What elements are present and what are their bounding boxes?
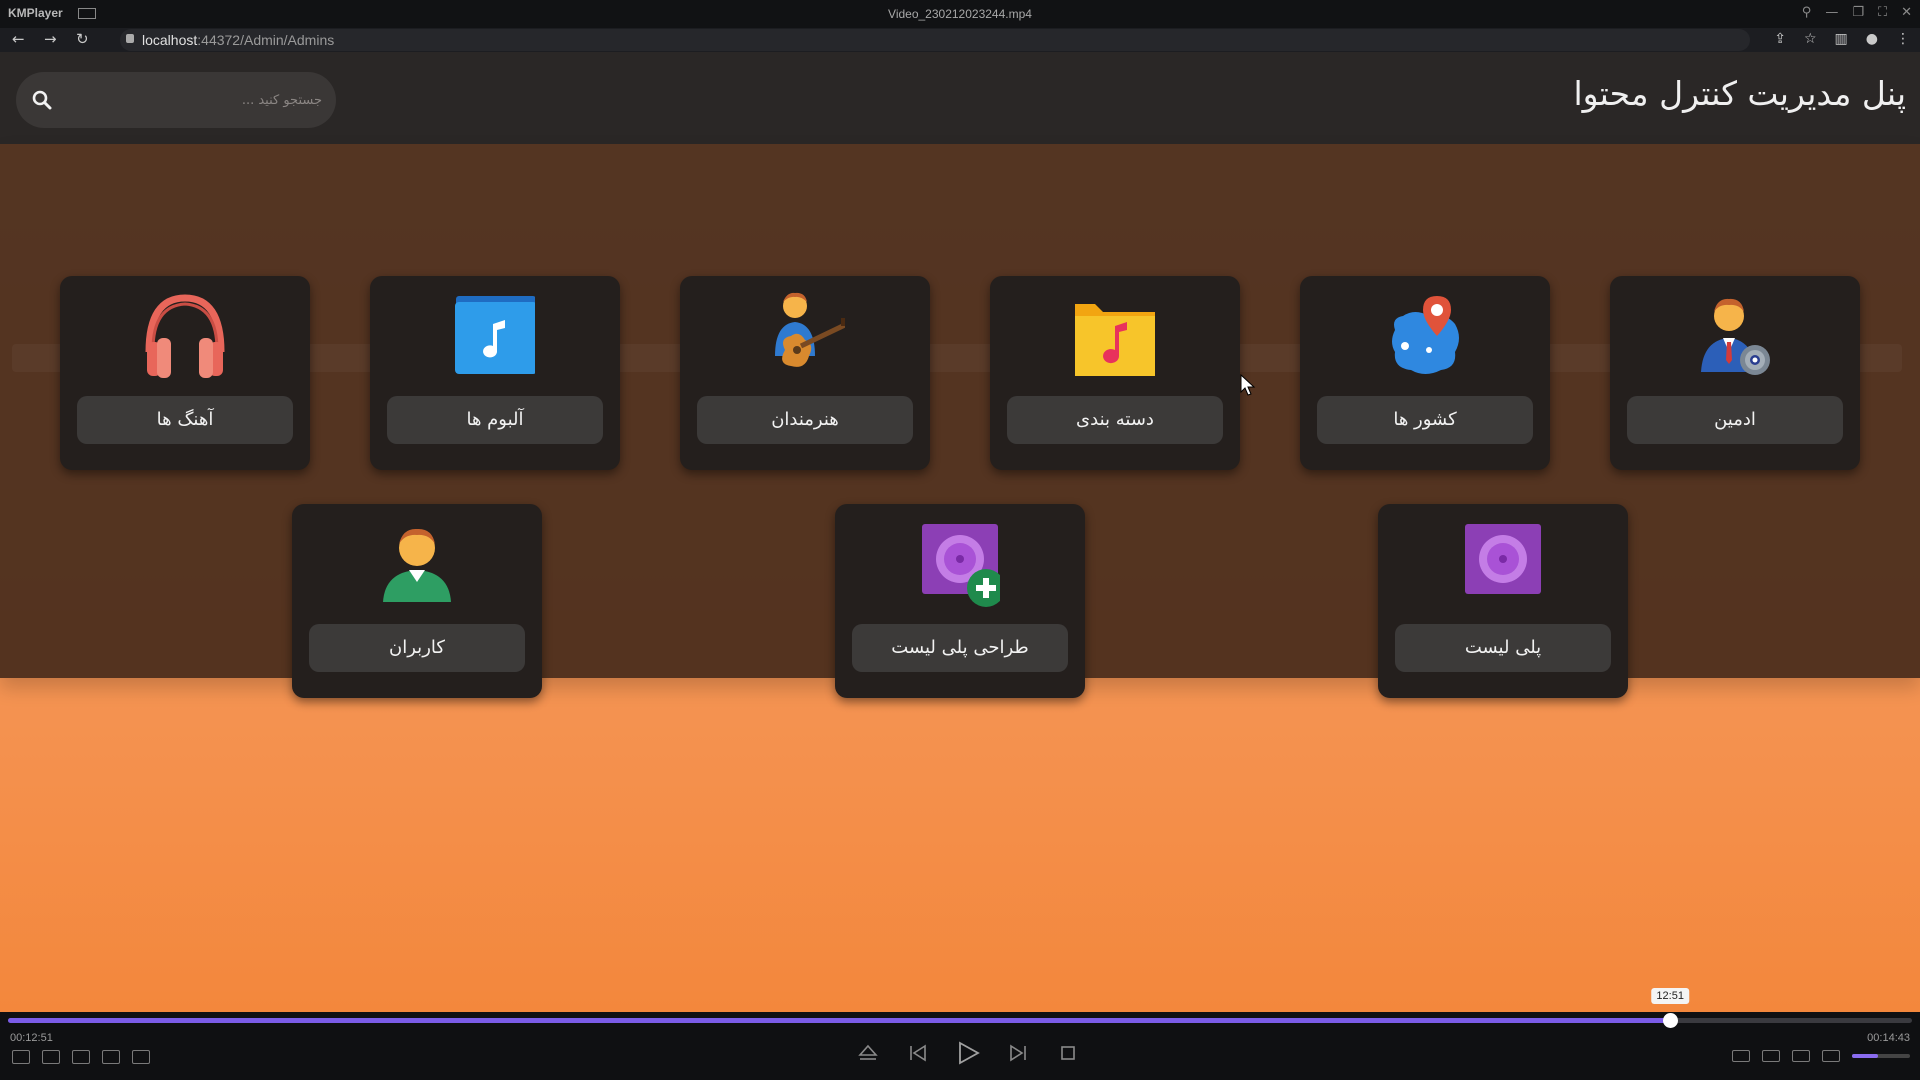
headphones-icon	[145, 294, 225, 378]
open-file-icon[interactable]	[42, 1050, 60, 1064]
card-countries[interactable]: کشور ها	[1300, 276, 1550, 470]
browser-toolbar: ← → ↻ localhost:44372/Admin/Admins ⇪ ☆ ▥…	[0, 28, 1920, 52]
page-title: پنل مدیریت کنترل محتوا	[1573, 74, 1906, 113]
browser-actions: ⇪ ☆ ▥ ● ⋮	[1774, 31, 1910, 47]
card-label: کاربران	[309, 624, 525, 672]
search-icon[interactable]	[32, 90, 52, 110]
card-admin[interactable]: ادمین	[1610, 276, 1860, 470]
card-albums[interactable]: آلبوم ها	[370, 276, 620, 470]
vr-icon[interactable]	[72, 1050, 90, 1064]
fullscreen-button[interactable]: ⛶	[1878, 5, 1887, 20]
volume-slider[interactable]	[1852, 1054, 1910, 1058]
card-label: آلبوم ها	[387, 396, 603, 444]
guitarist-icon	[775, 292, 845, 367]
total-time: 00:14:43	[1867, 1032, 1910, 1044]
dashboard-panel: ادمین کشور ها دسته بندی هنرمندان آلبوم ه…	[0, 144, 1920, 698]
card-label: آهنگ ها	[77, 396, 293, 444]
profile-icon[interactable]: ●	[1866, 31, 1878, 47]
playlist-add-icon	[922, 524, 1000, 607]
file-name: Video_230212023244.mp4	[888, 7, 1032, 21]
card-playlist-designer[interactable]: طراحی پلی لیست	[835, 504, 1085, 698]
sidebar-icon[interactable]: ▥	[1835, 31, 1848, 47]
card-label: ادمین	[1627, 396, 1843, 444]
seek-tooltip: 12:51	[1651, 988, 1689, 1004]
card-label: دسته بندی	[1007, 396, 1223, 444]
mouse-cursor	[1240, 374, 1256, 396]
equalizer-icon[interactable]	[1792, 1050, 1810, 1062]
card-label: پلی لیست	[1395, 624, 1611, 672]
stop-icon[interactable]	[1056, 1040, 1080, 1066]
forward-arrow-icon[interactable]: →	[44, 30, 57, 48]
address-bar[interactable]: localhost:44372/Admin/Admins	[120, 29, 1750, 51]
seek-handle[interactable]	[1663, 1013, 1679, 1028]
right-controls	[1732, 1050, 1910, 1062]
card-label: هنرمندان	[697, 396, 913, 444]
card-label: کشور ها	[1317, 396, 1533, 444]
app-header: پنل مدیریت کنترل محتوا	[0, 52, 1920, 144]
pin-icon[interactable]: ⚲	[1802, 5, 1812, 20]
star-icon[interactable]: ☆	[1804, 31, 1817, 47]
search-box[interactable]	[16, 72, 336, 128]
music-folder-icon	[1075, 304, 1155, 376]
close-button[interactable]: ✕	[1901, 5, 1912, 20]
speaker-icon[interactable]	[1822, 1050, 1840, 1062]
lock-icon	[126, 34, 134, 43]
back-arrow-icon[interactable]: ←	[12, 30, 25, 48]
card-playlists[interactable]: پلی لیست	[1378, 504, 1628, 698]
player-titlebar: KMPlayer Video_230212023244.mp4 ⚲ — ❐ ⛶ …	[0, 0, 1920, 28]
3d-icon[interactable]	[102, 1050, 120, 1064]
reload-icon[interactable]: ↻	[76, 30, 89, 48]
eject-icon[interactable]	[856, 1040, 880, 1066]
previous-icon[interactable]	[906, 1040, 930, 1066]
subtitle-icon[interactable]	[1762, 1050, 1780, 1062]
url-path: :44372/Admin/Admins	[197, 32, 335, 48]
seek-bar[interactable]: 12:51	[8, 988, 1912, 1028]
card-artists[interactable]: هنرمندان	[680, 276, 930, 470]
window-controls: ⚲ — ❐ ⛶ ✕	[1802, 5, 1912, 20]
card-songs[interactable]: آهنگ ها	[60, 276, 310, 470]
menu-dots-icon[interactable]: ⋮	[1896, 31, 1910, 47]
restore-button[interactable]: ❐	[1852, 5, 1864, 20]
card-label: طراحی پلی لیست	[852, 624, 1068, 672]
share-icon[interactable]: ⇪	[1774, 31, 1786, 47]
playback-controls	[856, 1040, 1080, 1066]
map-pin-icon	[1392, 296, 1459, 374]
user-icon	[383, 528, 451, 602]
capture-icon[interactable]	[132, 1050, 150, 1064]
volume-level	[1852, 1054, 1879, 1058]
seek-progress	[8, 1018, 1671, 1023]
url-host: localhost	[142, 32, 198, 48]
card-categories[interactable]: دسته بندی	[990, 276, 1240, 470]
player-controls: 12:51 00:12:51 00:14:43	[0, 988, 1920, 1080]
hw-accel-icon[interactable]	[1732, 1050, 1750, 1062]
playlist-icon[interactable]	[12, 1050, 30, 1064]
music-album-icon	[455, 296, 535, 374]
current-time: 00:12:51	[10, 1032, 53, 1044]
playlist-disc-icon	[1465, 524, 1541, 594]
minimize-button[interactable]: —	[1825, 5, 1838, 20]
play-icon[interactable]	[956, 1040, 980, 1066]
left-controls	[12, 1050, 150, 1064]
admin-gear-icon	[1701, 298, 1770, 375]
search-input[interactable]	[72, 86, 322, 114]
web-page: پنل مدیریت کنترل محتوا ادمی	[0, 52, 1920, 1012]
card-users[interactable]: کاربران	[292, 504, 542, 698]
next-icon[interactable]	[1006, 1040, 1030, 1066]
